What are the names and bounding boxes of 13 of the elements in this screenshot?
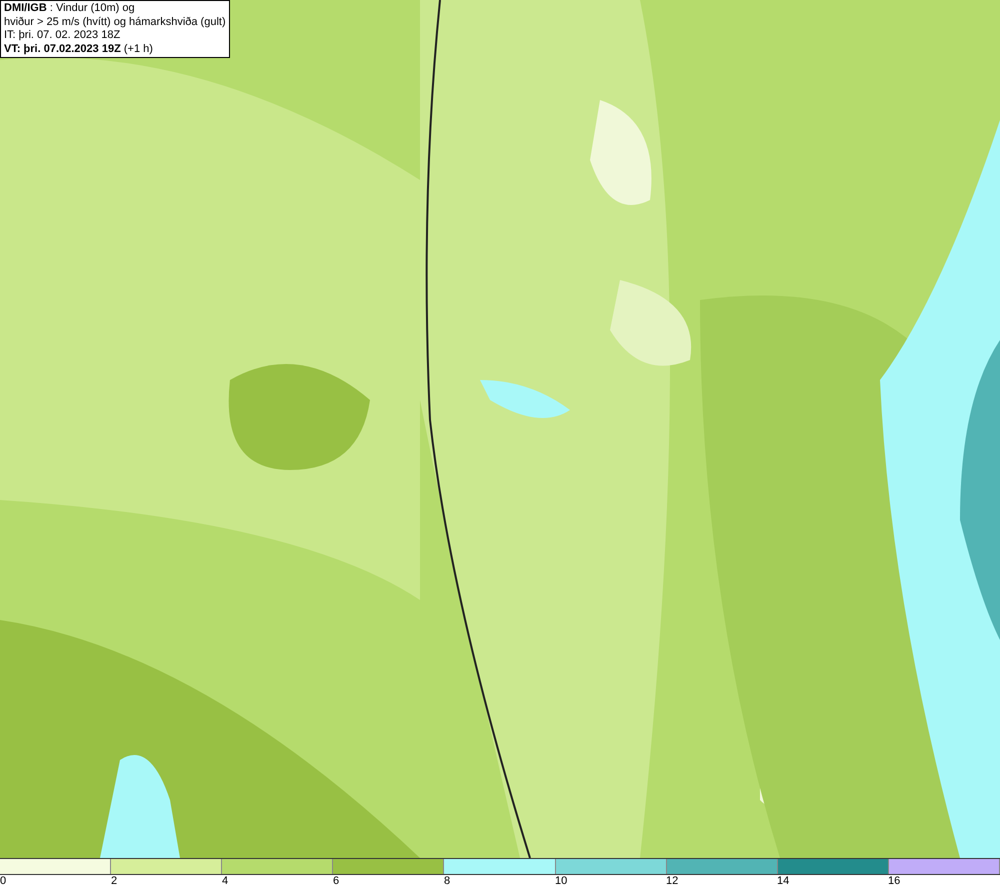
legend-label: 8 — [444, 875, 452, 887]
legend-label: 14 — [777, 875, 790, 887]
info-text: DMI/IGB : Vindur (10m) og — [4, 2, 136, 16]
legend-label: 2 — [111, 875, 118, 887]
info-text: IT: þri. 07. 02. 2023 18Z — [4, 29, 122, 42]
legend-label: 6 — [333, 875, 340, 887]
legend-label: 16 — [888, 875, 902, 887]
info-text: hviður > 25 m/s (hvítt) og hámarkshviða (gult) — [4, 16, 226, 29]
legend-label: 4 — [222, 875, 230, 887]
legend-label: 10 — [555, 875, 568, 887]
info-text: VT: þri. 07.02.2023 19Z (+1 h) — [4, 42, 154, 56]
legend-label: 0 — [0, 875, 8, 887]
legend-label: 12 — [666, 875, 680, 887]
